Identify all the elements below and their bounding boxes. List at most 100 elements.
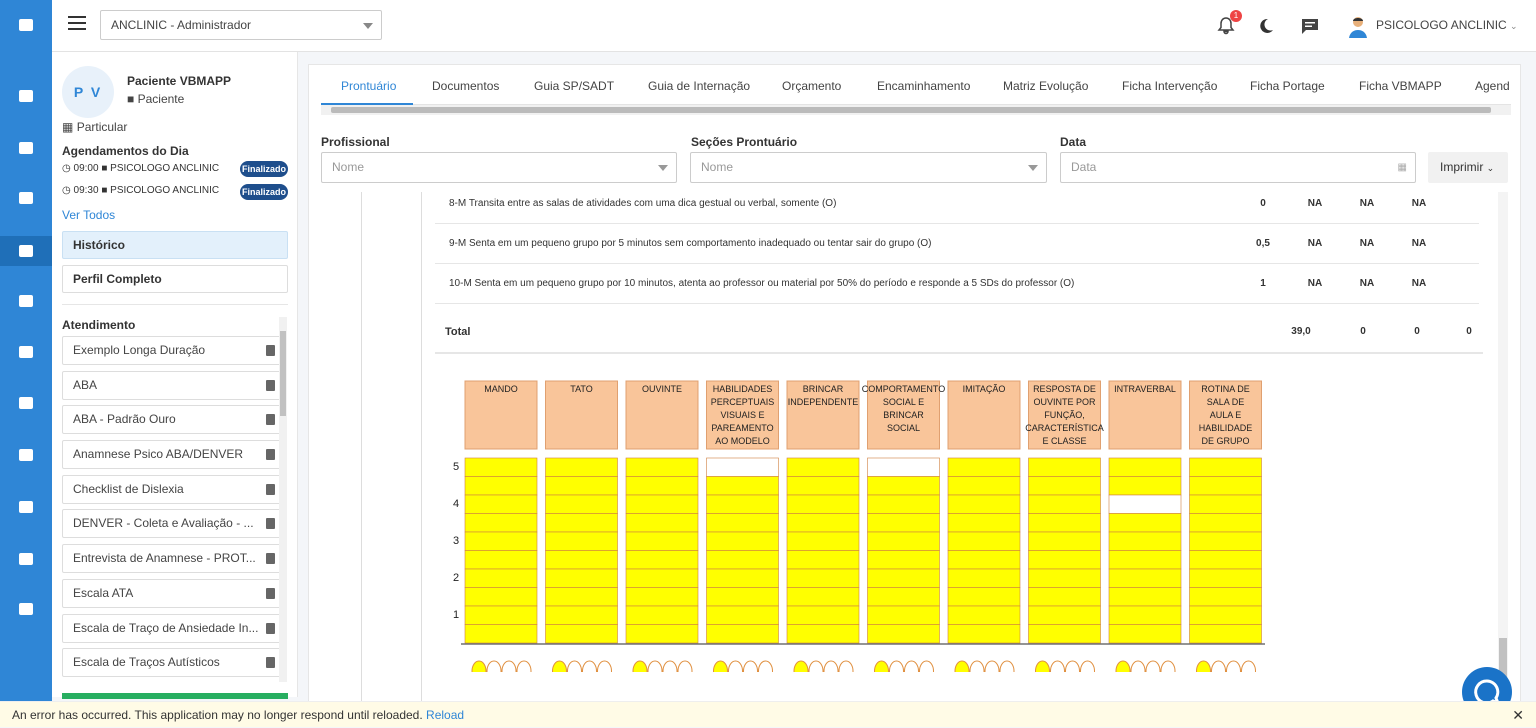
milestone-cell [1189,476,1262,496]
data-input[interactable]: Data ▦ [1060,152,1416,183]
atendimento-title: Atendimento [62,318,136,332]
tab-4[interactable]: Guia de Internação [648,79,750,93]
scroll-thumb[interactable] [280,331,286,416]
reload-link[interactable]: Reload [426,708,464,722]
tab-5[interactable]: Orçamento [782,79,841,93]
column-header-text: MANDO [484,384,518,394]
milestone-cell [545,550,618,570]
milestone-cell [545,513,618,533]
card-icon: ▦ [62,120,74,134]
clipboard-icon [266,657,275,669]
score-circle [808,660,824,672]
milestone-cell [867,550,940,570]
total-value: 39,0 [1291,326,1311,337]
notification-badge: 1 [1230,10,1242,22]
clipboard-icon [266,414,275,426]
score-circle [984,660,1000,672]
chart-icon[interactable] [0,133,52,163]
secoes-select[interactable]: Nome [690,152,1047,183]
atendimento-item[interactable]: Checklist de Dislexia [62,474,284,504]
moon-icon[interactable] [1256,16,1276,36]
column-header-text: HABILIDADES [713,384,773,394]
top-bar: ANCLINIC - Administrador 1 PSICOLOGO ANC… [52,0,1536,52]
score-circle [516,660,532,672]
clipboard-icon[interactable] [0,286,52,316]
score-circle [713,660,728,672]
tab-11[interactable]: Agend [1475,79,1510,93]
clock-icon[interactable] [0,183,52,213]
milestone-description: 9-M Senta em um pequeno grupo por 5 minu… [449,238,932,249]
score-circle [582,660,597,672]
agenda-item[interactable]: ◷ 09:30 ■ PSICOLOGO ANCLINIC [62,185,219,196]
user-add-icon[interactable] [0,236,52,266]
milestone-cell [706,550,779,570]
green-action-bar[interactable] [62,693,288,699]
money-icon[interactable] [0,337,52,367]
user-settings-icon[interactable] [0,544,52,574]
user-name[interactable]: PSICOLOGO ANCLINIC ⌄ [1376,18,1518,32]
atendimento-item[interactable]: Escala ATA [62,578,284,608]
atendimento-item[interactable]: DENVER - Coleta e Avaliação - ... [62,509,284,539]
milestone-cell [1028,531,1101,551]
column-header-text: VISUAIS E [720,410,764,420]
clipboard-icon [266,518,275,530]
column-header-text: INTRAVERBAL [1114,384,1176,394]
perfil-completo-button[interactable]: Perfil Completo [62,265,288,293]
milestone-cell [1028,568,1101,588]
menu-icon[interactable] [68,16,86,32]
milestone-value: NA [1411,198,1427,209]
tab-1[interactable]: Prontuário [341,79,396,93]
atendimento-item-label: Escala ATA [73,585,134,600]
total-value: 0 [1360,326,1366,337]
tab-10[interactable]: Ficha VBMAPP [1359,79,1442,93]
tab-8[interactable]: Ficha Intervenção [1122,79,1217,93]
milestone-cell [625,605,699,625]
atendimento-item[interactable]: Entrevista de Anamnese - PROT... [62,544,284,574]
score-circle [743,660,758,672]
calculator-icon[interactable] [0,440,52,470]
tab-9[interactable]: Ficha Portage [1250,79,1325,93]
milestone-cell [867,457,940,477]
milestone-cell [625,531,699,551]
archive-icon[interactable] [0,594,52,624]
settings-icon[interactable] [0,492,52,522]
agenda-item[interactable]: ◷ 09:00 ■ PSICOLOGO ANCLINIC [62,163,219,174]
tab-2[interactable]: Documentos [432,79,499,93]
milestone-cell [464,550,538,570]
organization-select[interactable]: ANCLINIC - Administrador [100,10,382,40]
milestone-cell [464,624,538,644]
milestone-value: NA [1359,198,1375,209]
atendimento-item[interactable]: Anamnese Psico ABA/DENVER [62,440,284,470]
chat-icon[interactable] [1300,16,1320,36]
clipboard-list-icon[interactable] [0,388,52,418]
atendimento-item[interactable]: Escala de Traço de Ansiedade In... [62,613,284,643]
milestone-cell [1189,494,1262,514]
tab-6[interactable]: Encaminhamento [877,79,970,93]
milestone-cell [1108,587,1182,607]
clipboard-icon [266,587,275,599]
atendimento-scrollbar[interactable] [279,317,287,682]
score-circle [1065,660,1080,672]
milestone-cell [464,531,538,551]
status-badge: Finalizado [240,161,288,177]
close-icon[interactable]: ✕ [1512,702,1524,728]
apps-icon[interactable] [0,10,52,40]
imprimir-button[interactable]: Imprimir ⌄ [1428,152,1508,183]
tabs-scrollbar[interactable] [321,105,1511,115]
atendimento-item[interactable]: ABA [62,370,284,400]
tab-3[interactable]: Guia SP/SADT [534,79,614,93]
milestone-cell [867,494,940,514]
ver-todos-link[interactable]: Ver Todos [62,208,115,222]
profissional-select[interactable]: Nome [321,152,677,183]
home-icon[interactable] [0,81,52,111]
level-label: 5 [453,461,459,473]
atendimento-item[interactable]: Escala de Traços Autísticos [62,648,284,678]
atendimento-item[interactable]: Exemplo Longa Duração [62,336,284,365]
historico-button[interactable]: Histórico [62,231,288,259]
milestone-cell [706,531,779,551]
scroll-thumb[interactable] [331,107,1491,113]
atendimento-item[interactable]: ABA - Padrão Ouro [62,405,284,435]
content-scrollbar[interactable] [1498,192,1508,704]
tab-7[interactable]: Matriz Evolução [1003,79,1088,93]
score-circle [838,660,854,672]
